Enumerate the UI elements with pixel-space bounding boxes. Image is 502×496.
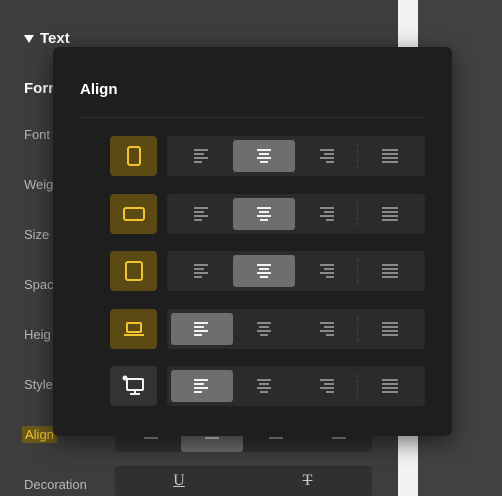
align-segmented-control [167,251,425,291]
mobile-portrait-icon [126,146,142,166]
align-justify-icon [382,149,398,163]
align-right-icon [318,207,334,221]
align-center-icon [256,322,272,336]
segment-separator [357,317,359,341]
align-center-icon [256,379,272,393]
strikethrough-option[interactable]: T [243,466,372,496]
height-label: Heig [24,327,51,342]
align-right-icon [318,379,334,393]
align-center-button[interactable] [233,313,295,345]
align-left-button[interactable] [171,140,233,172]
align-justify-button[interactable] [359,370,421,402]
style-label: Style [24,377,53,392]
align-center-button[interactable] [233,198,295,230]
device-toggle-button[interactable] [110,136,157,176]
mobile-landscape-icon [122,206,145,222]
align-left-button[interactable] [171,198,233,230]
align-left-button[interactable] [171,370,233,402]
align-row [110,136,425,176]
align-popover: Align [53,47,452,436]
tablet-icon [124,261,144,281]
spacing-label: Spac [24,277,54,292]
segment-separator [357,202,359,226]
align-justify-button[interactable] [359,140,421,172]
popover-title: Align [80,81,118,98]
weight-label: Weig [24,177,54,192]
segment-separator [357,259,359,283]
align-right-button[interactable] [295,140,357,172]
align-row [110,194,425,234]
text-section-header[interactable]: Text [24,30,70,47]
align-right-icon [318,149,334,163]
underline-icon: U [173,472,185,489]
decoration-control[interactable]: U T [115,466,372,496]
device-toggle-button[interactable] [110,194,157,234]
align-center-button[interactable] [233,370,295,402]
device-toggle-button[interactable] [110,366,157,406]
device-toggle-button[interactable] [110,309,157,349]
align-right-button[interactable] [295,198,357,230]
align-label: Align [22,426,57,443]
align-right-icon [318,264,334,278]
popover-divider [80,117,425,118]
caret-down-icon [24,34,34,43]
desktop-icon [122,375,146,397]
align-center-icon [256,264,272,278]
strikethrough-icon: T [302,472,313,489]
size-label: Size [24,227,50,242]
align-left-icon [194,379,210,393]
align-left-icon [194,149,210,163]
align-segmented-control [167,194,425,234]
align-right-button[interactable] [295,370,357,402]
device-toggle-button[interactable] [110,251,157,291]
align-right-button[interactable] [295,313,357,345]
align-center-icon [256,207,272,221]
laptop-icon [123,321,145,337]
align-center-button[interactable] [233,140,295,172]
segment-separator [357,144,359,168]
align-right-button[interactable] [295,255,357,287]
align-right-icon [318,322,334,336]
text-section-title: Text [40,30,70,47]
align-justify-button[interactable] [359,313,421,345]
decoration-label: Decoration [24,477,87,492]
align-justify-icon [382,207,398,221]
align-justify-icon [382,264,398,278]
align-row [110,251,425,291]
underline-option[interactable]: U [115,466,243,496]
align-row [110,309,425,349]
align-center-button[interactable] [233,255,295,287]
align-center-icon [256,149,272,163]
align-segmented-control [167,136,425,176]
align-left-button[interactable] [171,255,233,287]
align-row [110,366,425,406]
align-justify-button[interactable] [359,255,421,287]
align-segmented-control [167,366,425,406]
align-segmented-control [167,309,425,349]
align-left-icon [194,207,210,221]
align-left-button[interactable] [171,313,233,345]
align-left-icon [194,264,210,278]
segment-separator [357,374,359,398]
font-label: Font [24,127,51,142]
align-justify-icon [382,322,398,336]
align-left-icon [194,322,210,336]
align-justify-icon [382,379,398,393]
align-justify-button[interactable] [359,198,421,230]
